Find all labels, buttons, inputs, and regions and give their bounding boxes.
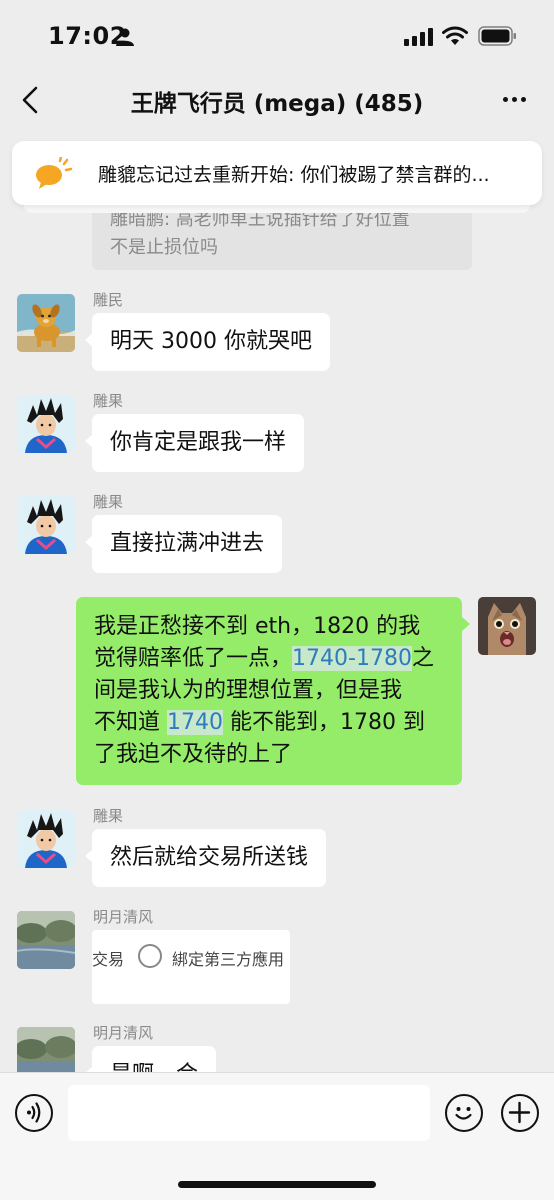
signal-icon	[404, 28, 433, 46]
number-link[interactable]: 1740	[167, 710, 223, 735]
message-text-line: 间是我认为的理想位置，但是我	[94, 678, 403, 703]
radio-circle-icon	[138, 944, 162, 968]
message-input[interactable]	[68, 1085, 430, 1141]
image-text: 綁定第三方應用	[172, 950, 285, 969]
goku-avatar-icon	[17, 496, 75, 554]
more-dot-icon	[502, 96, 508, 102]
image-text: 交易	[92, 950, 125, 969]
avatar-goku[interactable]	[17, 810, 75, 868]
avatar-landscape[interactable]	[17, 911, 75, 969]
landscape-avatar-icon	[17, 911, 75, 969]
landscape-avatar-icon	[17, 1027, 75, 1072]
more-options-button[interactable]	[498, 86, 530, 112]
number-link-dash[interactable]: -	[348, 646, 356, 671]
back-arrow-icon[interactable]	[16, 82, 48, 118]
emoji-icon	[455, 1107, 472, 1120]
message-text-line: 我是正愁接不到 eth，1820 的我	[94, 614, 421, 639]
message-bubble[interactable]: 然后就给交易所送钱	[84, 829, 327, 887]
message-bubble[interactable]: 你肯定是跟我一样	[84, 414, 305, 472]
home-indicator	[178, 1181, 376, 1188]
input-bar	[0, 1072, 554, 1200]
sender-name: 雕民	[93, 291, 124, 309]
status-bar: 17:02	[0, 0, 554, 74]
more-dot-icon	[520, 96, 526, 102]
emoji-button[interactable]	[445, 1094, 483, 1132]
message-bubble[interactable]: 直接拉满冲进去	[84, 515, 283, 573]
sender-name: 雕果	[93, 807, 124, 825]
avatar-landscape[interactable]	[17, 1027, 75, 1072]
dog-avatar-icon	[17, 294, 75, 352]
number-link[interactable]: 1780	[355, 646, 412, 671]
image-message[interactable]: 交易 綁定第三方應用	[92, 930, 290, 1004]
number-link[interactable]: 1740	[292, 646, 349, 671]
sender-name: 雕果	[93, 392, 124, 410]
battery-icon	[478, 26, 516, 46]
message-text: 觉得赔率低了一点，	[94, 646, 293, 671]
chat-area[interactable]: 雕暗鹏: 高老师单王说插针给了好位置 不是止损位吗 雕民 明天 3000 你就哭…	[0, 126, 554, 1072]
goku-avatar-icon	[17, 810, 75, 868]
message-text-line: 觉得赔率低了一点，1740-1780之	[94, 643, 444, 675]
pinned-notice-banner[interactable]: 雕貔忘记过去重新开始: 你们被踢了禁言群的...	[12, 141, 542, 205]
voice-input-button[interactable]	[15, 1094, 53, 1132]
notice-text: 雕貔忘记过去重新开始: 你们被踢了禁言群的...	[98, 164, 490, 186]
more-dot-icon	[511, 96, 517, 102]
announcement-bubble-icon	[36, 157, 73, 189]
cat-avatar-icon	[478, 597, 536, 655]
message-bubble[interactable]: 是啊，合	[84, 1046, 217, 1072]
voice-icon	[27, 1102, 41, 1123]
avatar-goku[interactable]	[17, 496, 75, 554]
nav-bar: 王牌飞行员 (mega) (485)	[0, 74, 554, 126]
message-text-line: 不知道 1740 能不能到，1780 到	[94, 707, 444, 739]
sender-name: 明月清风	[93, 1024, 154, 1042]
goku-avatar-icon	[17, 395, 75, 453]
message-text: 不是止损位吗	[110, 237, 218, 258]
sender-name: 明月清风	[93, 908, 154, 926]
notice-stack-shadow	[24, 205, 530, 213]
more-functions-button[interactable]	[501, 1094, 539, 1132]
message-bubble-partial[interactable]: 雕暗鹏: 高老师单王说插针给了好位置 不是止损位吗	[92, 206, 472, 270]
sender-name: 雕果	[93, 493, 124, 511]
plus-icon	[508, 1101, 531, 1124]
message-text-line: 了我迫不及待的上了	[94, 742, 293, 767]
message-text: 不知道	[94, 710, 167, 735]
message-text: 能不能到，1780 到	[223, 710, 425, 735]
message-bubble[interactable]: 明天 3000 你就哭吧	[85, 313, 330, 371]
message-text: 之	[411, 646, 434, 671]
person-icon	[116, 28, 134, 46]
avatar-dog[interactable]	[17, 294, 75, 352]
message-bubble-self[interactable]: 我是正愁接不到 eth，1820 的我 觉得赔率低了一点，1740-1780之 …	[76, 597, 470, 785]
wifi-icon	[442, 26, 468, 45]
chat-title: 王牌飞行员 (mega) (485)	[130, 91, 424, 117]
avatar-cat[interactable]	[478, 597, 536, 655]
avatar-goku[interactable]	[17, 395, 75, 453]
